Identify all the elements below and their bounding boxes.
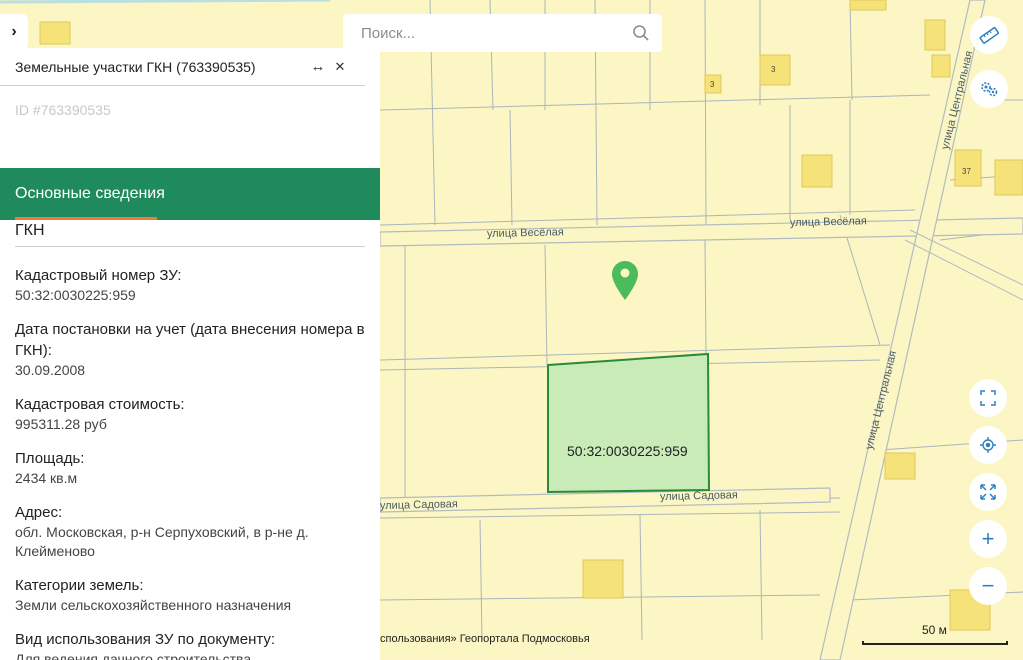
ruler-icon — [979, 25, 999, 45]
selected-parcel[interactable] — [547, 352, 711, 494]
object-id: ID #763390535 — [15, 102, 111, 118]
chevron-right-icon: › — [11, 23, 17, 40]
fields-list: Кадастровый номер ЗУ: 50:32:0030225:959 … — [0, 247, 380, 660]
scale-line — [862, 641, 1008, 645]
scale-label: 50 м — [922, 623, 947, 637]
field-value: Для ведения дачного строительства — [15, 651, 252, 660]
locate-button[interactable] — [969, 426, 1007, 464]
expand-icon[interactable]: ↔ — [307, 58, 329, 75]
layers-settings-button[interactable] — [970, 70, 1008, 108]
field-label: Кадастровый номер ЗУ: — [15, 267, 182, 284]
search-box — [343, 14, 662, 52]
field-label: Адрес: — [15, 504, 63, 521]
panel-header: Земельные участки ГКН (763390535) ↔ ✕ — [0, 48, 365, 86]
field-label: Дата постановки на учет (дата внесения н… — [15, 321, 365, 359]
house-number-c: 37 — [962, 167, 971, 176]
field-value: Земли сельскохозяйственного назначения — [15, 597, 292, 613]
gears-icon — [978, 78, 1000, 100]
street-label-sadovaya-1: улица Садовая — [380, 498, 458, 512]
fullscreen-button[interactable] — [969, 379, 1007, 417]
tab-label: Основные сведения — [15, 185, 165, 202]
field-registration-date: Дата постановки на учет (дата внесения н… — [15, 319, 365, 380]
map-attribution: спользования» Геопортала Подмосковья — [380, 633, 590, 645]
field-label: Вид использования ЗУ по документу: — [15, 631, 276, 648]
fullscreen-icon — [980, 390, 996, 406]
close-icon[interactable]: ✕ — [329, 59, 351, 75]
zoom-out-button[interactable]: − — [969, 567, 1007, 605]
minus-icon: − — [981, 573, 995, 598]
search-icon[interactable] — [632, 24, 650, 42]
info-panel: Земельные участки ГКН (763390535) ↔ ✕ ID… — [0, 48, 380, 660]
field-permitted-use: Вид использования ЗУ по документу: Для в… — [15, 629, 365, 660]
house-number-b: 3 — [710, 80, 715, 89]
field-label: Площадь: — [15, 450, 85, 467]
fit-bounds-button[interactable] — [969, 473, 1007, 511]
field-cadastral-value: Кадастровая стоимость: 995311.28 руб — [15, 394, 365, 434]
street-label-vesyolaya-2: улица Весёлая — [790, 215, 867, 229]
panel-toggle-button[interactable]: › — [0, 14, 28, 50]
tab-underline — [15, 217, 157, 220]
field-cadastral-number: Кадастровый номер ЗУ: 50:32:0030225:959 — [15, 265, 365, 305]
street-label-vesyolaya-1: улица Весёлая — [487, 226, 564, 240]
scale-bar: 50 м — [862, 623, 1008, 645]
field-land-category: Категории земель: Земли сельскохозяйстве… — [15, 575, 365, 615]
field-value: 30.09.2008 — [15, 362, 86, 378]
zoom-in-button[interactable]: + — [969, 520, 1007, 558]
field-value: 2434 кв.м — [15, 470, 78, 486]
section-title: ГКН — [15, 220, 365, 247]
search-input[interactable] — [361, 24, 632, 42]
field-value: 995311.28 руб — [15, 416, 107, 432]
field-value: обл. Московская, р-н Серпуховский, в р-н… — [15, 524, 309, 559]
panel-title: Земельные участки ГКН (763390535) — [15, 58, 256, 75]
field-value: 50:32:0030225:959 — [15, 287, 136, 303]
field-area: Площадь: 2434 кв.м — [15, 448, 365, 488]
plus-icon: + — [981, 526, 995, 551]
field-address: Адрес: обл. Московская, р-н Серпуховский… — [15, 502, 365, 561]
house-number-a: 3 — [771, 65, 776, 74]
locate-icon — [980, 437, 996, 453]
parcel-label: 50:32:0030225:959 — [567, 443, 688, 459]
field-label: Кадастровая стоимость: — [15, 396, 185, 413]
tab-basic-info[interactable]: Основные сведения — [0, 168, 380, 220]
ruler-button[interactable] — [970, 16, 1008, 54]
expand-arrows-icon — [980, 484, 996, 500]
field-label: Категории земель: — [15, 577, 144, 594]
